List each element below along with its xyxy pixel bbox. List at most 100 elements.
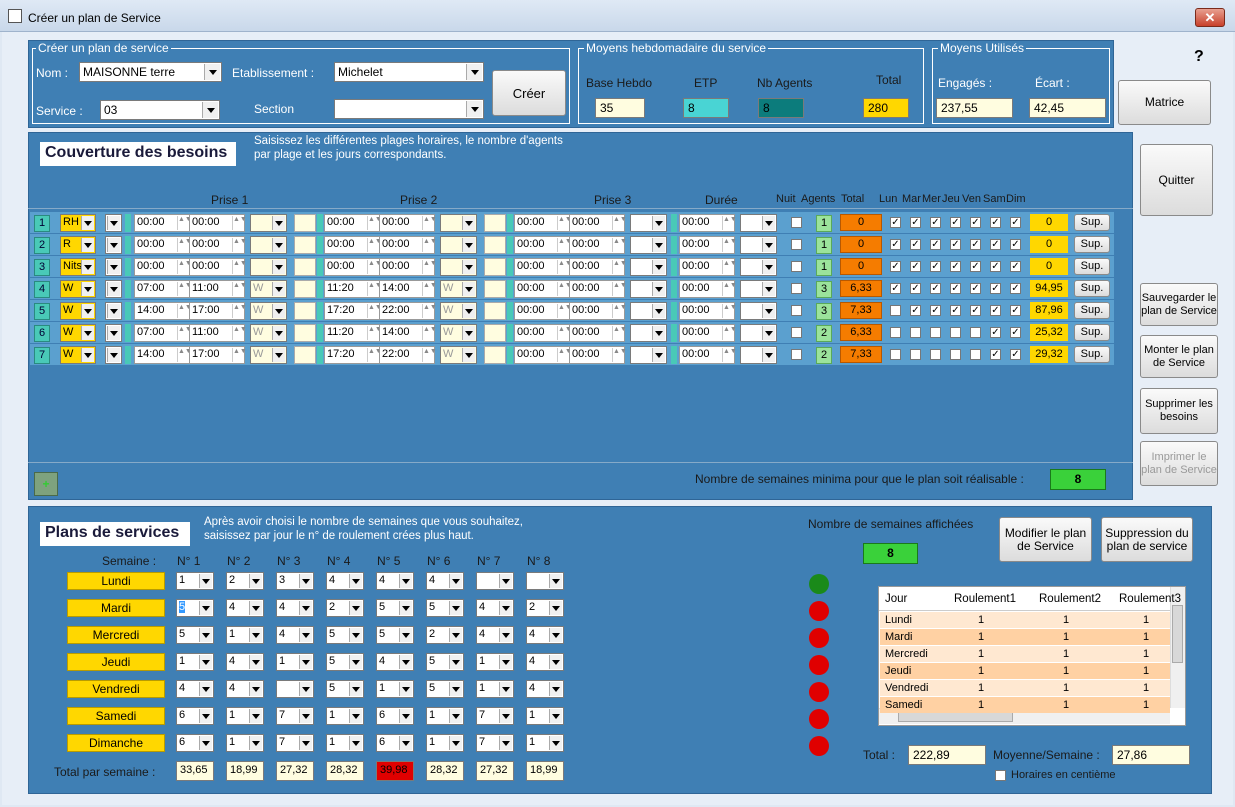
roulement-select[interactable]: 5 — [376, 599, 414, 617]
ecart-field[interactable]: 42,45 — [1029, 98, 1106, 118]
sup-button[interactable]: Sup. — [1074, 346, 1110, 363]
spinner-icon[interactable]: ▲▼ — [177, 216, 192, 230]
spinner-icon[interactable]: ▲▼ — [177, 260, 192, 274]
roulement-select[interactable]: 6 — [376, 707, 414, 725]
p1-start[interactable]: 00:00 ▲▼ — [134, 236, 192, 254]
p2-end[interactable]: 14:00 ▲▼ — [379, 324, 437, 342]
spinner-icon[interactable]: ▲▼ — [232, 282, 247, 296]
day-checkbox[interactable]: ✓ — [930, 261, 941, 272]
roulement-select[interactable]: 6 — [376, 734, 414, 752]
p2-start[interactable]: 00:00 ▲▼ — [324, 214, 382, 232]
day-checkbox[interactable]: ✓ — [930, 283, 941, 294]
grid-row[interactable] — [880, 663, 1170, 679]
day-checkbox[interactable]: ✓ — [890, 217, 901, 228]
p2-end[interactable]: 22:00 ▲▼ — [379, 346, 437, 364]
spinner-icon[interactable]: ▲▼ — [232, 260, 247, 274]
spinner-icon[interactable]: ▲▼ — [722, 216, 737, 230]
p1-end[interactable]: 00:00 ▲▼ — [189, 258, 247, 276]
p1-end[interactable]: 17:00 ▲▼ — [189, 346, 247, 364]
p1-extra[interactable] — [294, 258, 316, 276]
spinner-icon[interactable]: ▲▼ — [612, 326, 627, 340]
roulement-select[interactable]: 1 — [326, 734, 364, 752]
p2-extra[interactable] — [484, 324, 506, 342]
p3-w-select[interactable] — [630, 236, 667, 254]
roulement-select[interactable]: 5 — [326, 626, 364, 644]
p2-extra[interactable] — [484, 236, 506, 254]
spinner-icon[interactable]: ▲▼ — [232, 304, 247, 318]
roulement-select[interactable]: 5 — [326, 653, 364, 671]
nuit-checkbox[interactable] — [791, 327, 802, 338]
p3-start[interactable]: 00:00 ▲▼ — [514, 324, 572, 342]
p2-start[interactable]: 11:20 ▲▼ — [324, 324, 382, 342]
p3-w-select[interactable] — [630, 214, 667, 232]
duree[interactable]: 00:00 ▲▼ — [679, 258, 737, 276]
day-checkbox[interactable]: ✓ — [910, 283, 921, 294]
vertical-scroll-thumb[interactable] — [1172, 605, 1183, 663]
matrice-button[interactable]: Matrice — [1118, 80, 1211, 125]
roulement-select[interactable]: 1 — [226, 707, 264, 725]
spinner-icon[interactable]: ▲▼ — [367, 238, 382, 252]
type-select[interactable] — [105, 302, 122, 320]
code-select[interactable]: R — [60, 236, 96, 254]
roulement-select[interactable]: 4 — [476, 599, 514, 617]
roulement-select[interactable]: 7 — [276, 707, 314, 725]
day-checkbox[interactable]: ✓ — [890, 283, 901, 294]
monter-button[interactable]: Monter le plan de Service — [1140, 335, 1218, 378]
sup-button[interactable]: Sup. — [1074, 236, 1110, 253]
spinner-icon[interactable]: ▲▼ — [422, 260, 437, 274]
p1-w-select[interactable]: W — [250, 280, 287, 298]
roulement-select[interactable]: 5 — [426, 599, 464, 617]
p1-start[interactable]: 00:00 ▲▼ — [134, 258, 192, 276]
nuit-checkbox[interactable] — [791, 261, 802, 272]
roulement-select[interactable]: 7 — [276, 734, 314, 752]
p1-w-select[interactable] — [250, 236, 287, 254]
day-checkbox[interactable]: ✓ — [990, 261, 1001, 272]
moyenne-value-field[interactable]: 27,86 — [1112, 745, 1190, 765]
p1-end[interactable]: 00:00 ▲▼ — [189, 214, 247, 232]
day-checkbox[interactable]: ✓ — [970, 217, 981, 228]
duree[interactable]: 00:00 ▲▼ — [679, 236, 737, 254]
p3-end[interactable]: 00:00 ▲▼ — [569, 324, 627, 342]
day-checkbox[interactable]: ✓ — [970, 283, 981, 294]
roulement-select[interactable]: 1 — [176, 572, 214, 590]
p3-start[interactable]: 00:00 ▲▼ — [514, 346, 572, 364]
roulement-select[interactable]: 1 — [426, 707, 464, 725]
p2-end[interactable]: 00:00 ▲▼ — [379, 258, 437, 276]
p2-extra[interactable] — [484, 258, 506, 276]
p2-extra[interactable] — [484, 214, 506, 232]
roulement-select[interactable]: 1 — [476, 680, 514, 698]
day-checkbox[interactable]: ✓ — [1010, 239, 1021, 250]
roulement-select[interactable]: 5 — [426, 680, 464, 698]
roulement-select[interactable]: 4 — [326, 572, 364, 590]
spinner-icon[interactable]: ▲▼ — [612, 348, 627, 362]
p1-end[interactable]: 00:00 ▲▼ — [189, 236, 247, 254]
roulement-select[interactable]: 3 — [276, 572, 314, 590]
spinner-icon[interactable]: ▲▼ — [177, 326, 192, 340]
roulement-select[interactable]: 4 — [276, 626, 314, 644]
day-checkbox[interactable]: ✓ — [890, 239, 901, 250]
etablissement-select[interactable]: Michelet — [334, 62, 484, 82]
spinner-icon[interactable]: ▲▼ — [557, 282, 572, 296]
roulement-select[interactable]: 5 — [376, 626, 414, 644]
spinner-icon[interactable]: ▲▼ — [367, 348, 382, 362]
duree[interactable]: 00:00 ▲▼ — [679, 346, 737, 364]
roulement-select[interactable]: 1 — [476, 653, 514, 671]
duree-select[interactable] — [740, 258, 777, 276]
spinner-icon[interactable]: ▲▼ — [557, 260, 572, 274]
p1-end[interactable]: 11:00 ▲▼ — [189, 324, 247, 342]
sup-button[interactable]: Sup. — [1074, 324, 1110, 341]
day-checkbox[interactable]: ✓ — [910, 261, 921, 272]
spinner-icon[interactable]: ▲▼ — [367, 304, 382, 318]
day-checkbox[interactable] — [950, 327, 961, 338]
spinner-icon[interactable]: ▲▼ — [722, 304, 737, 318]
base-hebdo-field[interactable]: 35 — [595, 98, 645, 118]
day-checkbox[interactable]: ✓ — [990, 217, 1001, 228]
code-select[interactable]: RH — [60, 214, 96, 232]
roulement-select[interactable]: 1 — [426, 734, 464, 752]
roulement-select[interactable] — [476, 572, 514, 590]
roulement-select[interactable]: 2 — [226, 572, 264, 590]
add-row-button[interactable]: + — [34, 472, 58, 496]
p2-start[interactable]: 17:20 ▲▼ — [324, 346, 382, 364]
duree-select[interactable] — [740, 302, 777, 320]
day-checkbox[interactable]: ✓ — [1010, 283, 1021, 294]
